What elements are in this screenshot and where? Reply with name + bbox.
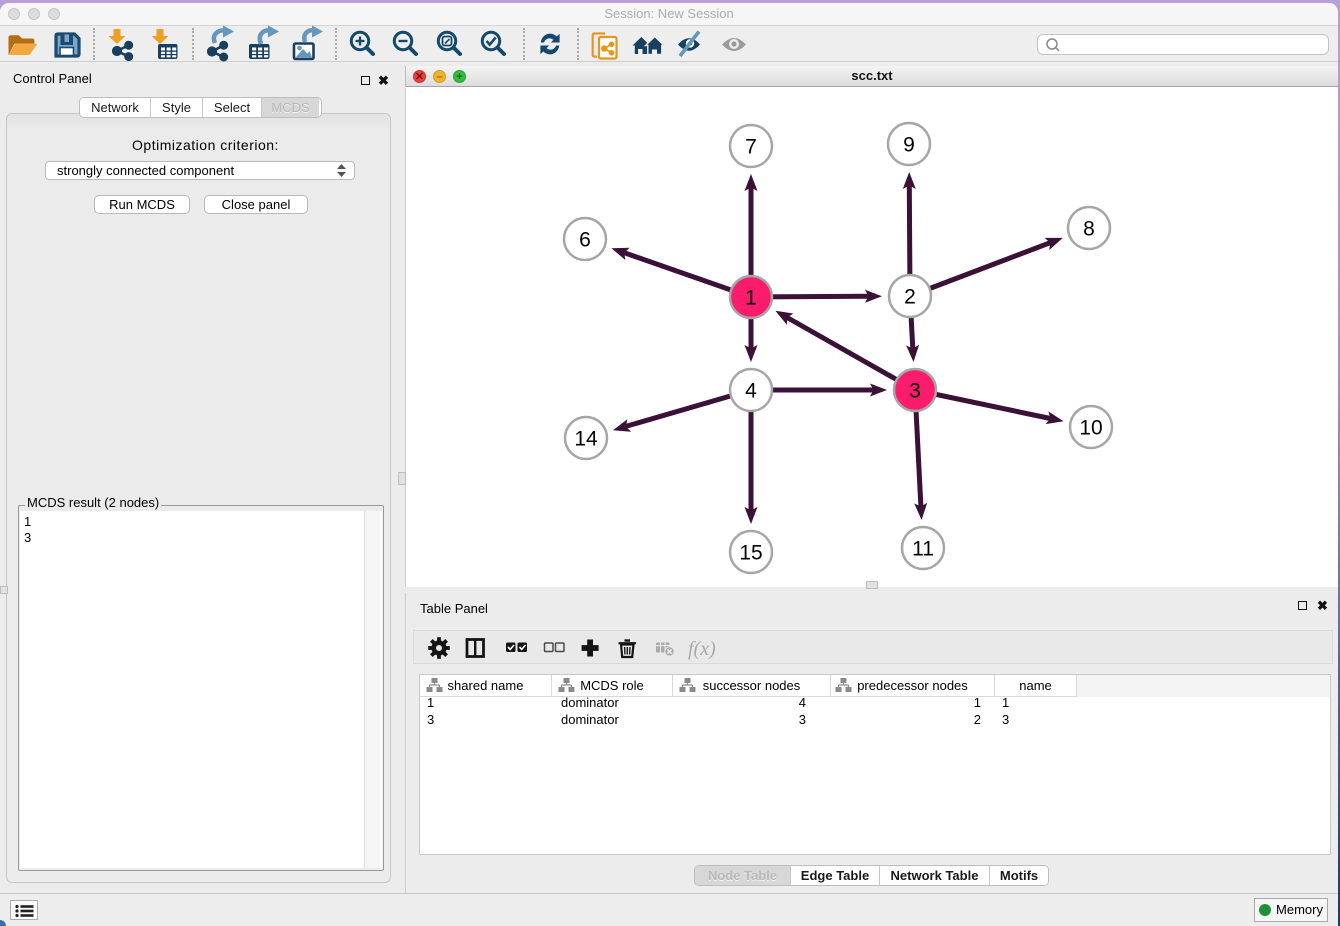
svg-text:1: 1	[745, 287, 757, 310]
svg-text:15: 15	[739, 542, 762, 565]
svg-text:11: 11	[912, 538, 934, 561]
svg-text:10: 10	[1079, 417, 1102, 440]
svg-text:3: 3	[909, 380, 921, 403]
svg-text:14: 14	[574, 428, 598, 451]
svg-text:6: 6	[579, 229, 591, 252]
svg-text:9: 9	[903, 134, 915, 157]
svg-text:4: 4	[745, 380, 757, 403]
svg-text:2: 2	[904, 286, 916, 309]
svg-text:8: 8	[1083, 218, 1095, 241]
svg-text:7: 7	[745, 136, 757, 159]
svg-text:f(x): f(x)	[688, 638, 716, 660]
